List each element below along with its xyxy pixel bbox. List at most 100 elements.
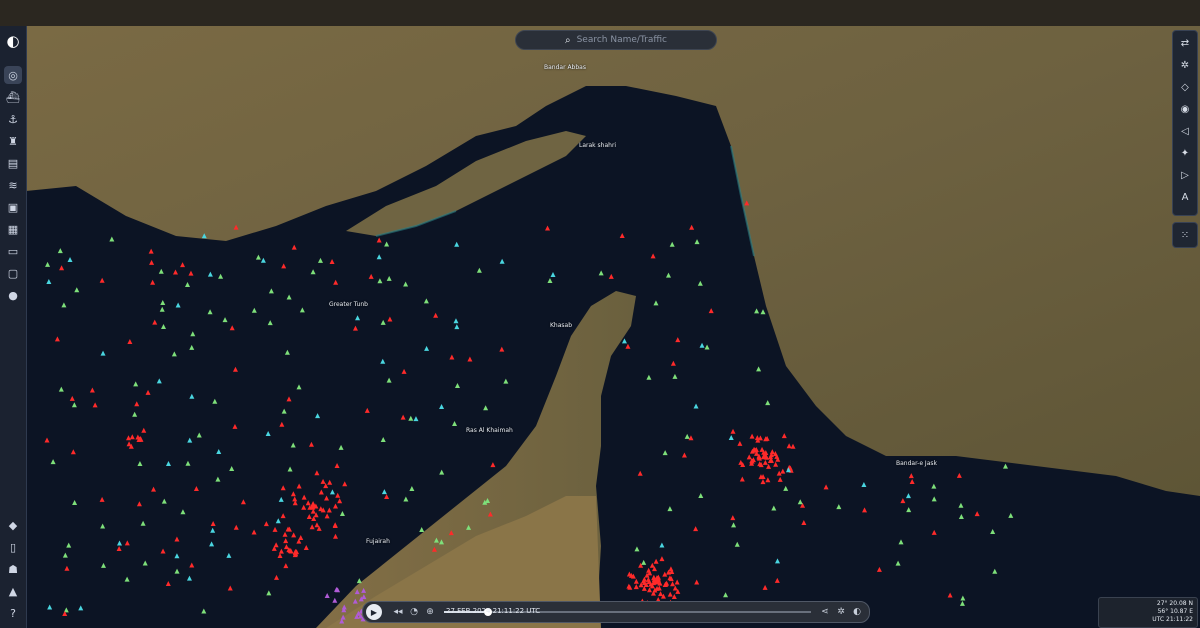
vessel-layer[interactable]	[26, 26, 1200, 628]
tower-icon[interactable]: ♜	[4, 132, 22, 150]
vessel-marker[interactable]	[260, 257, 266, 263]
vessel-marker[interactable]	[292, 496, 298, 502]
vessel-marker[interactable]	[665, 272, 671, 278]
vessel-marker[interactable]	[320, 478, 326, 484]
vessel-marker[interactable]	[189, 344, 195, 350]
vessel-marker[interactable]	[137, 460, 143, 466]
vessel-marker[interactable]	[861, 481, 867, 487]
vessel-marker[interactable]	[333, 533, 339, 539]
vessel-marker[interactable]	[608, 273, 614, 279]
vessel-marker[interactable]	[786, 443, 792, 449]
vessel-marker[interactable]	[124, 540, 130, 546]
anchor-icon[interactable]: ⚓	[4, 110, 22, 128]
vessel-marker[interactable]	[291, 244, 297, 250]
vessel-marker[interactable]	[337, 498, 343, 504]
vessel-marker[interactable]	[189, 393, 195, 399]
vessel-marker[interactable]	[352, 325, 358, 331]
vessel-marker[interactable]	[697, 280, 703, 286]
vessel-marker[interactable]	[329, 259, 335, 265]
vessel-marker[interactable]	[109, 236, 115, 242]
share-icon[interactable]: ⋖	[817, 607, 833, 617]
vessel-marker[interactable]	[50, 459, 56, 465]
vessel-marker[interactable]	[352, 598, 358, 604]
vessel-marker[interactable]	[127, 338, 133, 344]
vessel-marker[interactable]	[898, 539, 904, 545]
vessel-marker[interactable]	[1002, 463, 1008, 469]
vessel-marker[interactable]	[222, 317, 228, 323]
vessel-marker[interactable]	[315, 413, 321, 419]
vessel-marker[interactable]	[746, 454, 752, 460]
vessel-marker[interactable]	[299, 307, 305, 313]
vessel-marker[interactable]	[621, 338, 627, 344]
vessel-marker[interactable]	[78, 605, 84, 611]
vessel-marker[interactable]	[400, 414, 406, 420]
vessel-marker[interactable]	[141, 427, 147, 433]
vessel-marker[interactable]	[401, 368, 407, 374]
vessel-marker[interactable]	[151, 486, 157, 492]
vessel-marker[interactable]	[762, 459, 768, 465]
vessel-marker[interactable]	[503, 378, 509, 384]
wind-icon[interactable]: ≋	[4, 176, 22, 194]
vessel-marker[interactable]	[823, 484, 829, 490]
half-circle-logo-icon[interactable]: ◐	[4, 32, 22, 50]
vessel-marker[interactable]	[403, 496, 409, 502]
ship-icon[interactable]: ⛴	[4, 88, 22, 106]
vessel-marker[interactable]	[704, 344, 710, 350]
vessel-marker[interactable]	[301, 504, 307, 510]
vessel-marker[interactable]	[667, 506, 673, 512]
vessel-marker[interactable]	[174, 536, 180, 542]
vessel-marker[interactable]	[129, 434, 135, 440]
vessel-marker[interactable]	[499, 346, 505, 352]
play-icon[interactable]: ▶	[366, 604, 382, 620]
vessel-marker[interactable]	[201, 233, 207, 239]
vessel-marker[interactable]	[317, 257, 323, 263]
vessel-marker[interactable]	[201, 608, 207, 614]
vessel-marker[interactable]	[900, 498, 906, 504]
vessel-marker[interactable]	[547, 277, 553, 283]
vessel-marker[interactable]	[175, 302, 181, 308]
vessel-marker[interactable]	[476, 267, 482, 273]
vessel-marker[interactable]	[148, 248, 154, 254]
users-icon[interactable]: ☗	[4, 560, 22, 578]
vessel-marker[interactable]	[739, 476, 745, 482]
vessel-marker[interactable]	[71, 402, 77, 408]
vessel-marker[interactable]	[342, 481, 348, 487]
vessel-marker[interactable]	[895, 560, 901, 566]
vessel-marker[interactable]	[193, 485, 199, 491]
vessel-marker[interactable]	[100, 523, 106, 529]
vessel-marker[interactable]	[306, 513, 312, 519]
vessel-marker[interactable]	[117, 540, 123, 546]
vessel-marker[interactable]	[54, 336, 60, 342]
vessel-marker[interactable]	[413, 416, 419, 422]
vessel-marker[interactable]	[364, 407, 370, 413]
calendar-icon[interactable]: ▦	[4, 220, 22, 238]
vessel-marker[interactable]	[159, 306, 165, 312]
vessel-marker[interactable]	[196, 432, 202, 438]
vessel-marker[interactable]	[180, 262, 186, 268]
vessel-marker[interactable]	[453, 318, 459, 324]
vessel-marker[interactable]	[57, 248, 63, 254]
vessel-marker[interactable]	[386, 377, 392, 383]
vessel-marker[interactable]	[227, 585, 233, 591]
vessel-marker[interactable]	[160, 548, 166, 554]
vessel-marker[interactable]	[992, 568, 998, 574]
vessel-marker[interactable]	[731, 522, 737, 528]
vessel-marker[interactable]	[61, 302, 67, 308]
vessel-marker[interactable]	[279, 421, 285, 427]
vessel-marker[interactable]	[232, 423, 238, 429]
vessel-marker[interactable]	[284, 349, 290, 355]
vessel-marker[interactable]	[332, 503, 338, 509]
vessel-marker[interactable]	[70, 449, 76, 455]
vessel-marker[interactable]	[483, 405, 489, 411]
vessel-marker[interactable]	[210, 527, 216, 533]
vessel-marker[interactable]	[267, 320, 273, 326]
settings-icon[interactable]: ✲	[833, 607, 849, 617]
vessel-marker[interactable]	[156, 378, 162, 384]
vessel-marker[interactable]	[376, 254, 382, 260]
vessel-marker[interactable]	[309, 524, 315, 530]
vessel-marker[interactable]	[757, 435, 763, 441]
vessel-marker[interactable]	[283, 563, 289, 569]
vessel-marker[interactable]	[318, 489, 324, 495]
swap-icon[interactable]: ⇄	[1176, 34, 1194, 52]
vessel-marker[interactable]	[908, 473, 914, 479]
